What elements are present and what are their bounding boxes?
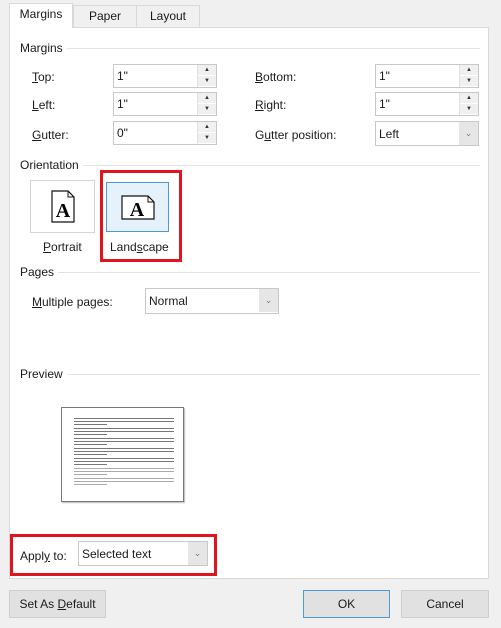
left-label: Left:: [32, 98, 56, 112]
preview-text-line: [74, 441, 174, 442]
preview-text-line: [74, 448, 174, 449]
preview-text-line: [74, 478, 174, 479]
orientation-group-label: Orientation: [20, 158, 83, 172]
spin-up-icon[interactable]: ▲: [198, 93, 216, 104]
gutter-position-dropdown[interactable]: Left ⌄: [375, 121, 479, 146]
preview-text-line: [74, 481, 174, 482]
svg-text:A: A: [56, 200, 71, 222]
right-label: Right:: [255, 98, 287, 112]
bottom-label: Bottom:: [255, 70, 297, 84]
cancel-button[interactable]: Cancel: [401, 590, 489, 618]
spin-down-icon[interactable]: ▼: [198, 104, 216, 115]
gutter-value[interactable]: 0": [117, 126, 128, 140]
preview-text-line: [74, 471, 174, 472]
apply-to-label: Apply to:: [20, 549, 67, 563]
ok-button[interactable]: OK: [303, 590, 390, 618]
preview-text-line: [74, 468, 174, 469]
preview-text-line: [74, 424, 107, 425]
preview-text-line: [74, 484, 107, 485]
portrait-page-icon: A: [51, 190, 75, 223]
top-label: Top:: [32, 70, 55, 84]
preview-text-line: [74, 454, 107, 455]
preview-text-line: [74, 444, 107, 445]
preview-text-line: [74, 421, 174, 422]
divider: [20, 272, 480, 273]
preview-text-line: [74, 451, 174, 452]
margins-group-label: Margins: [20, 41, 67, 55]
tab-margins[interactable]: Margins: [9, 3, 73, 28]
spin-up-icon[interactable]: ▲: [198, 122, 216, 133]
gutter-position-label: Gutter position:: [255, 128, 337, 142]
right-margin-spinner[interactable]: 1" ▲ ▼: [375, 92, 479, 116]
spin-down-icon[interactable]: ▼: [460, 76, 478, 87]
spin-down-icon[interactable]: ▼: [198, 133, 216, 144]
apply-to-dropdown[interactable]: Selected text ⌄: [78, 541, 208, 566]
multiple-pages-dropdown[interactable]: Normal ⌄: [145, 288, 279, 314]
preview-text-line: [74, 461, 174, 462]
preview-text-line: [74, 458, 174, 459]
tab-paper[interactable]: Paper: [73, 5, 137, 27]
top-margin-spinner[interactable]: 1" ▲ ▼: [113, 64, 217, 88]
chevron-down-icon[interactable]: ⌄: [259, 289, 278, 312]
gutter-spinner[interactable]: 0" ▲ ▼: [113, 121, 217, 145]
gutter-position-value: Left: [379, 127, 400, 141]
multiple-pages-value: Normal: [149, 294, 188, 308]
highlight-box: [100, 170, 182, 262]
right-margin-value[interactable]: 1": [379, 97, 390, 111]
left-margin-spinner[interactable]: 1" ▲ ▼: [113, 92, 217, 116]
portrait-label[interactable]: Portrait: [43, 240, 82, 254]
left-margin-value[interactable]: 1": [117, 97, 128, 111]
preview-text-line: [74, 418, 174, 419]
gutter-label: Gutter:: [32, 128, 69, 142]
preview-text-line: [74, 474, 107, 475]
preview-text-line: [74, 431, 174, 432]
portrait-button[interactable]: A: [30, 180, 95, 233]
divider: [20, 165, 480, 166]
bottom-margin-value[interactable]: 1": [379, 69, 390, 83]
pages-group-label: Pages: [20, 265, 59, 279]
divider: [20, 48, 480, 49]
set-as-default-button[interactable]: Set As Default: [9, 590, 106, 618]
page-preview: [61, 407, 184, 502]
divider: [20, 374, 480, 375]
preview-text-line: [74, 438, 174, 439]
spin-down-icon[interactable]: ▼: [198, 76, 216, 87]
spin-down-icon[interactable]: ▼: [460, 104, 478, 115]
preview-text-line: [74, 434, 107, 435]
chevron-down-icon[interactable]: ⌄: [459, 122, 478, 145]
bottom-margin-spinner[interactable]: 1" ▲ ▼: [375, 64, 479, 88]
spin-up-icon[interactable]: ▲: [198, 65, 216, 76]
tab-layout[interactable]: Layout: [136, 5, 200, 27]
preview-group-label: Preview: [20, 367, 67, 381]
spin-up-icon[interactable]: ▲: [460, 93, 478, 104]
chevron-down-icon[interactable]: ⌄: [188, 542, 207, 565]
spin-up-icon[interactable]: ▲: [460, 65, 478, 76]
preview-text-line: [74, 428, 174, 429]
multiple-pages-label: Multiple pages:: [32, 295, 113, 309]
preview-text-line: [74, 464, 107, 465]
apply-to-value: Selected text: [82, 547, 152, 561]
top-margin-value[interactable]: 1": [117, 69, 128, 83]
